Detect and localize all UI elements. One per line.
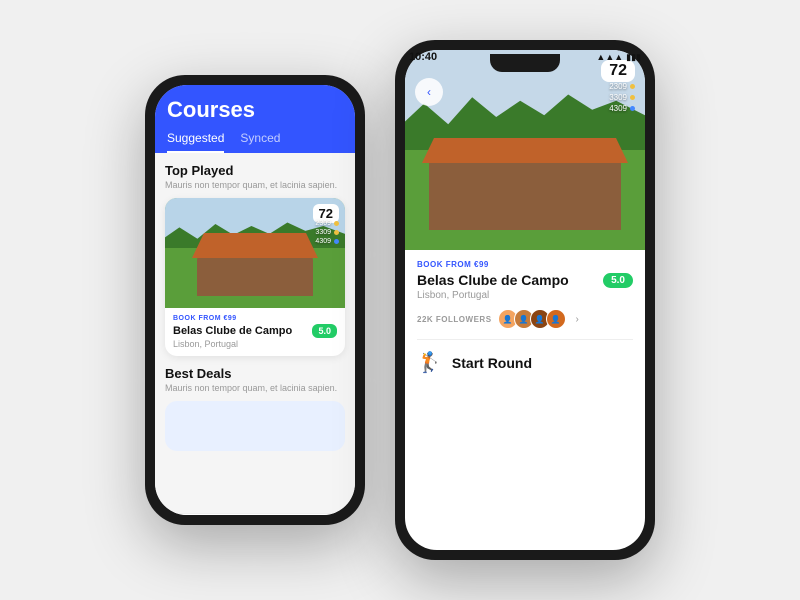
right-screen: 10:40 ▲▲▲ ▮▮▮ ‹ 72: [405, 50, 645, 550]
status-icons: ▲▲▲ ▮▮▮: [596, 52, 641, 63]
right-header-image: ‹ 72 2309 3309 4309: [405, 50, 645, 250]
followers-row: 22K FOLLOWERS 👤 👤 👤 👤 ›: [417, 309, 633, 329]
tabs-bar: Suggested Synced: [167, 131, 343, 153]
course-card[interactable]: 72 2309 3309 4309: [165, 198, 345, 356]
top-played-subtitle: Mauris non tempor quam, et lacinia sapie…: [165, 180, 345, 190]
card-info: BOOK FROM €99 Belas Clube de Campo 5.0 L…: [165, 308, 345, 356]
r-score-indicators: 2309 3309 4309: [609, 82, 635, 113]
score-row-2: 3309: [315, 229, 339, 236]
score-row-3: 4309: [315, 238, 339, 245]
bottom-nav: ≡ Feed ◷ Performance ⛳ Courses ⊙ Me ···: [155, 513, 355, 515]
left-phone: Courses Suggested Synced Top Played Maur…: [145, 75, 365, 525]
r-score-row-1: 2309: [609, 82, 635, 91]
r-dot-yellow-2: [630, 95, 635, 100]
top-played-title: Top Played: [165, 163, 345, 178]
dot-blue-1: [334, 239, 339, 244]
score-indicators: 2309 3309 4309: [315, 220, 339, 245]
follower-avatars: 👤 👤 👤 👤: [498, 309, 566, 329]
left-body: Top Played Mauris non tempor quam, et la…: [155, 153, 355, 513]
r-book-from: BOOK FROM €99: [417, 260, 633, 269]
main-container: Courses Suggested Synced Top Played Maur…: [125, 20, 675, 580]
page-title: Courses: [167, 97, 343, 123]
course-name-row: Belas Clube de Campo 5.0: [173, 324, 337, 338]
score-row-1: 2309: [315, 220, 339, 227]
card-image: 72 2309 3309 4309: [165, 198, 345, 308]
rating-badge: 5.0: [312, 324, 337, 338]
back-button[interactable]: ‹: [415, 78, 443, 106]
chevron-right-icon: ›: [576, 314, 579, 325]
r-rating-badge: 5.0: [603, 273, 633, 288]
notch: [490, 54, 560, 72]
right-body: BOOK FROM €99 Belas Clube de Campo 5.0 L…: [405, 250, 645, 389]
r-score-row-3: 4309: [609, 104, 635, 113]
r-course-row: Belas Clube de Campo 5.0: [417, 272, 633, 288]
golfer-icon: 🏌: [417, 350, 442, 375]
tab-synced[interactable]: Synced: [240, 131, 280, 153]
building-bg: [197, 256, 312, 296]
left-header: Courses Suggested Synced: [155, 85, 355, 153]
start-round-label: Start Round: [452, 355, 532, 371]
r-score-row-2: 3309: [609, 93, 635, 102]
dot-yellow-1: [334, 221, 339, 226]
r-dot-blue-1: [630, 106, 635, 111]
best-deals-subtitle: Mauris non tempor quam, et lacinia sapie…: [165, 383, 345, 393]
r-building: [429, 160, 621, 230]
followers-label: 22K FOLLOWERS: [417, 315, 492, 324]
status-time: 10:40: [409, 51, 437, 63]
r-roof: [422, 138, 628, 163]
left-screen: Courses Suggested Synced Top Played Maur…: [155, 85, 355, 515]
start-round-row[interactable]: 🏌 Start Round: [417, 346, 633, 379]
divider: [417, 339, 633, 340]
book-from-label: BOOK FROM €99: [173, 315, 337, 322]
deals-card[interactable]: [165, 401, 345, 451]
r-location: Lisbon, Portugal: [417, 290, 633, 301]
right-phone: 10:40 ▲▲▲ ▮▮▮ ‹ 72: [395, 40, 655, 560]
avatar-4: 👤: [546, 309, 566, 329]
r-course-name: Belas Clube de Campo: [417, 272, 569, 288]
best-deals-title: Best Deals: [165, 366, 345, 381]
r-dot-yellow-1: [630, 84, 635, 89]
tab-suggested[interactable]: Suggested: [167, 131, 224, 153]
course-name: Belas Clube de Campo: [173, 325, 292, 337]
roof-bg: [192, 233, 318, 258]
signal-icon: ▲▲▲: [596, 52, 623, 62]
dot-yellow-2: [334, 230, 339, 235]
course-location: Lisbon, Portugal: [173, 339, 337, 349]
battery-icon: ▮▮▮: [626, 52, 641, 63]
